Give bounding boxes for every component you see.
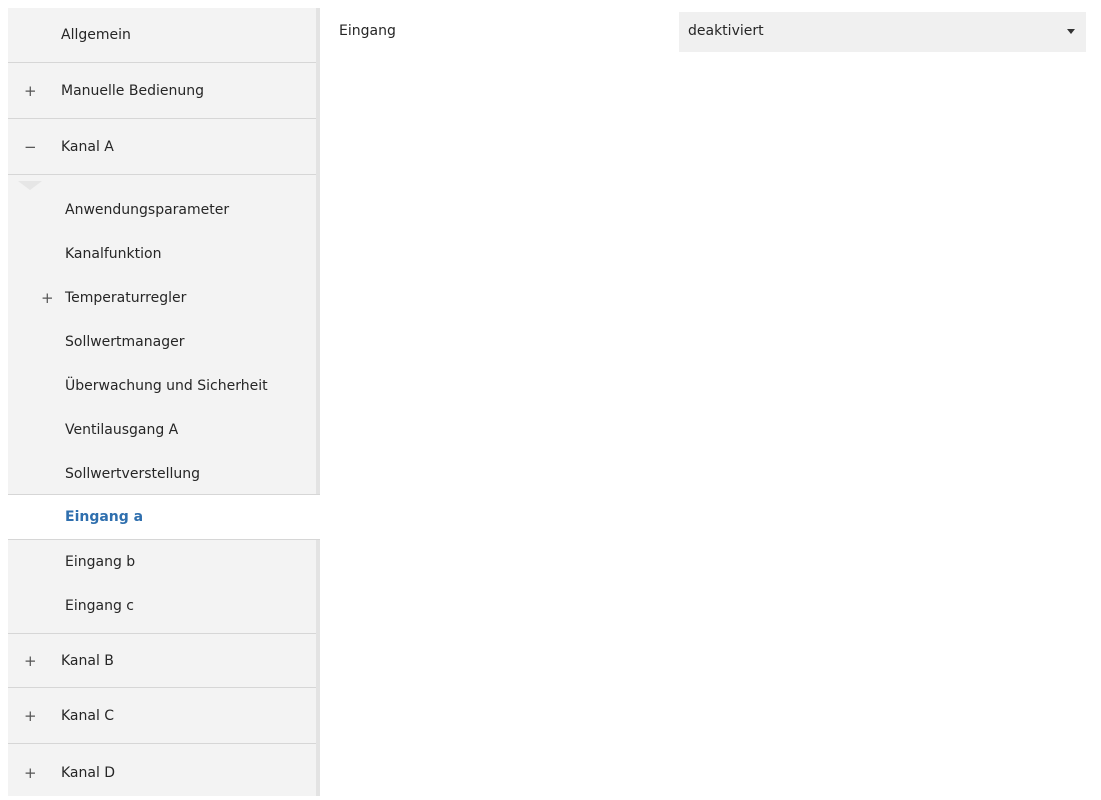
parameter-row-eingang: Eingang deaktiviert xyxy=(320,12,1101,52)
nav-item-sollwertmanager[interactable]: Sollwertmanager xyxy=(8,320,316,364)
nav-item-label: Sollwertmanager xyxy=(65,334,185,350)
expand-icon[interactable]: + xyxy=(24,652,37,670)
nav-item-ueberwachung-und-sicherheit[interactable]: Überwachung und Sicherheit xyxy=(8,364,316,408)
nav-item-label: Kanal D xyxy=(61,764,116,781)
navigation-sidebar: Allgemein + Manuelle Bedienung − Kanal A… xyxy=(8,8,320,796)
nav-item-kanal-d[interactable]: + Kanal D xyxy=(8,745,316,800)
nav-item-kanal-a[interactable]: − Kanal A xyxy=(8,120,316,175)
nav-item-label: Eingang a xyxy=(65,509,144,525)
nav-item-label: Kanalfunktion xyxy=(65,246,162,262)
parameter-panel: Eingang deaktiviert xyxy=(320,8,1101,796)
parameter-label: Eingang xyxy=(339,23,396,39)
nav-item-label: Kanal A xyxy=(61,139,114,155)
nav-item-label: Temperaturregler xyxy=(65,290,187,306)
collapse-icon[interactable]: − xyxy=(24,138,37,156)
nav-item-label: Eingang c xyxy=(65,598,134,614)
nav-item-manuelle-bedienung[interactable]: + Manuelle Bedienung xyxy=(8,64,316,119)
expand-icon[interactable]: + xyxy=(41,289,54,307)
nav-item-label: Anwendungsparameter xyxy=(65,202,230,218)
expand-icon[interactable]: + xyxy=(24,82,37,100)
nav-item-allgemein[interactable]: Allgemein xyxy=(8,8,316,63)
nav-item-label: Überwachung und Sicherheit xyxy=(65,378,268,394)
expand-icon[interactable]: + xyxy=(24,764,37,782)
nav-item-label: Eingang b xyxy=(65,554,136,570)
expand-icon[interactable]: + xyxy=(24,707,37,725)
nav-item-eingang-b[interactable]: Eingang b xyxy=(8,540,316,584)
nav-item-eingang-c[interactable]: Eingang c xyxy=(8,584,316,628)
nav-item-ventilausgang-a[interactable]: Ventilausgang A xyxy=(8,408,316,452)
nav-item-kanalfunktion[interactable]: Kanalfunktion xyxy=(8,232,316,276)
nav-item-eingang-a[interactable]: Eingang a xyxy=(8,494,320,540)
eingang-dropdown[interactable]: deaktiviert xyxy=(679,12,1086,52)
nav-item-temperaturregler[interactable]: + Temperaturregler xyxy=(8,276,316,320)
nav-item-label: Ventilausgang A xyxy=(65,422,179,438)
nav-item-label: Allgemein xyxy=(61,27,131,43)
nav-item-kanal-b[interactable]: + Kanal B xyxy=(8,633,316,688)
dropdown-value: deaktiviert xyxy=(688,23,764,39)
nav-item-label: Manuelle Bedienung xyxy=(61,83,204,99)
nav-item-label: Kanal B xyxy=(61,652,114,669)
nav-item-label: Sollwertverstellung xyxy=(65,466,201,482)
nav-item-anwendungsparameter[interactable]: Anwendungsparameter xyxy=(8,188,316,232)
chevron-down-icon[interactable] xyxy=(1067,29,1075,34)
nav-item-sollwertverstellung[interactable]: Sollwertverstellung xyxy=(8,452,316,496)
nav-item-kanal-c[interactable]: + Kanal C xyxy=(8,689,316,744)
nav-item-label: Kanal C xyxy=(61,708,115,724)
